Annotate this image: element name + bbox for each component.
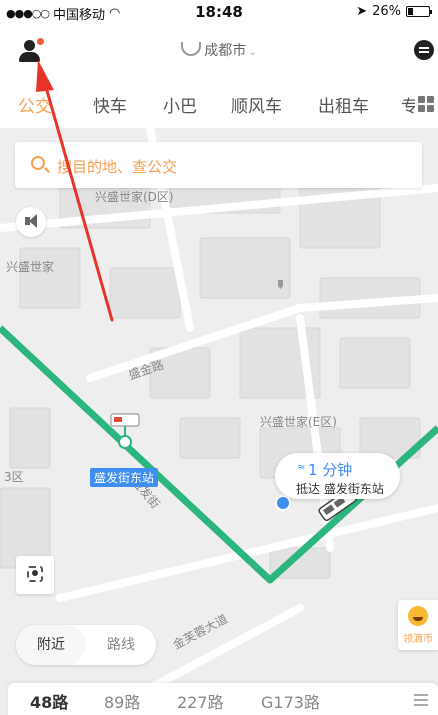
tab-express[interactable]: 快车 — [93, 92, 127, 117]
map-label-xingsheng-e: 兴盛世家(E区) — [260, 415, 337, 429]
eta-time: 1 分钟 — [308, 461, 353, 479]
route-bar: 48路 89路 227路 G173路 — [8, 683, 438, 715]
route-item-g173[interactable]: G173路 — [261, 689, 320, 713]
route-item-48[interactable]: 48路 — [30, 689, 68, 713]
route-item-89[interactable]: 89路 — [104, 689, 140, 713]
menu-icon[interactable] — [414, 694, 428, 696]
map-label-fragment: 3区 — [4, 470, 24, 484]
city-icon — [181, 42, 202, 56]
city-name: 成都市 — [204, 43, 247, 59]
tab-carpool[interactable]: 顺风车 — [231, 92, 282, 117]
toggle-route[interactable]: 路线 — [86, 625, 156, 665]
battery-percent: 26% — [372, 4, 401, 19]
map-label-xingsheng: 兴盛世家 — [6, 260, 55, 274]
tab-minibus[interactable]: 小巴 — [163, 92, 197, 117]
app-header: 成都市 ⌄ — [0, 24, 438, 78]
announcement-button[interactable] — [16, 207, 46, 237]
coin-badge-label: 领滴币 — [403, 634, 433, 645]
search-input[interactable]: 搜目的地、查公交 — [15, 142, 422, 188]
service-tabs: 公交 快车 小巴 顺风车 出租车 专 — [0, 80, 438, 128]
nearby-route-toggle: 附近 路线 — [16, 625, 156, 665]
coin-badge[interactable]: 领滴币 — [398, 600, 438, 650]
locate-icon — [27, 566, 43, 582]
bus-stop-label[interactable]: 盛发街东站 — [90, 468, 159, 487]
search-icon — [31, 156, 45, 170]
tab-taxi[interactable]: 出租车 — [318, 92, 369, 117]
eta-card[interactable]: ≈ 1 分钟 抵达 盛发街东站 — [275, 453, 400, 499]
smiley-icon — [408, 606, 428, 626]
location-arrow-icon: ➤ — [356, 4, 368, 19]
battery-icon — [406, 6, 432, 17]
city-selector[interactable]: 成都市 ⌄ — [0, 40, 438, 60]
chevron-down-icon: ⌄ — [248, 47, 257, 58]
signal-wave-icon: ≈ — [297, 462, 306, 473]
route-item-227[interactable]: 227路 — [177, 689, 224, 713]
grid-menu-icon[interactable] — [418, 96, 434, 112]
status-bar: ●●●○○ 中国移动 ◠ 18:48 ➤ 26% — [0, 0, 438, 24]
eta-destination: 抵达 盛发街东站 — [296, 482, 384, 496]
search-placeholder: 搜目的地、查公交 — [57, 158, 178, 176]
tab-bus[interactable]: 公交 — [18, 92, 52, 117]
map-label-xingsheng-d: 兴盛世家(D区) — [95, 190, 174, 204]
tab-premier[interactable]: 专 — [401, 92, 415, 117]
message-icon[interactable] — [414, 40, 434, 60]
toggle-nearby[interactable]: 附近 — [16, 625, 86, 665]
locate-button[interactable] — [16, 556, 54, 594]
user-location-dot — [275, 495, 291, 511]
